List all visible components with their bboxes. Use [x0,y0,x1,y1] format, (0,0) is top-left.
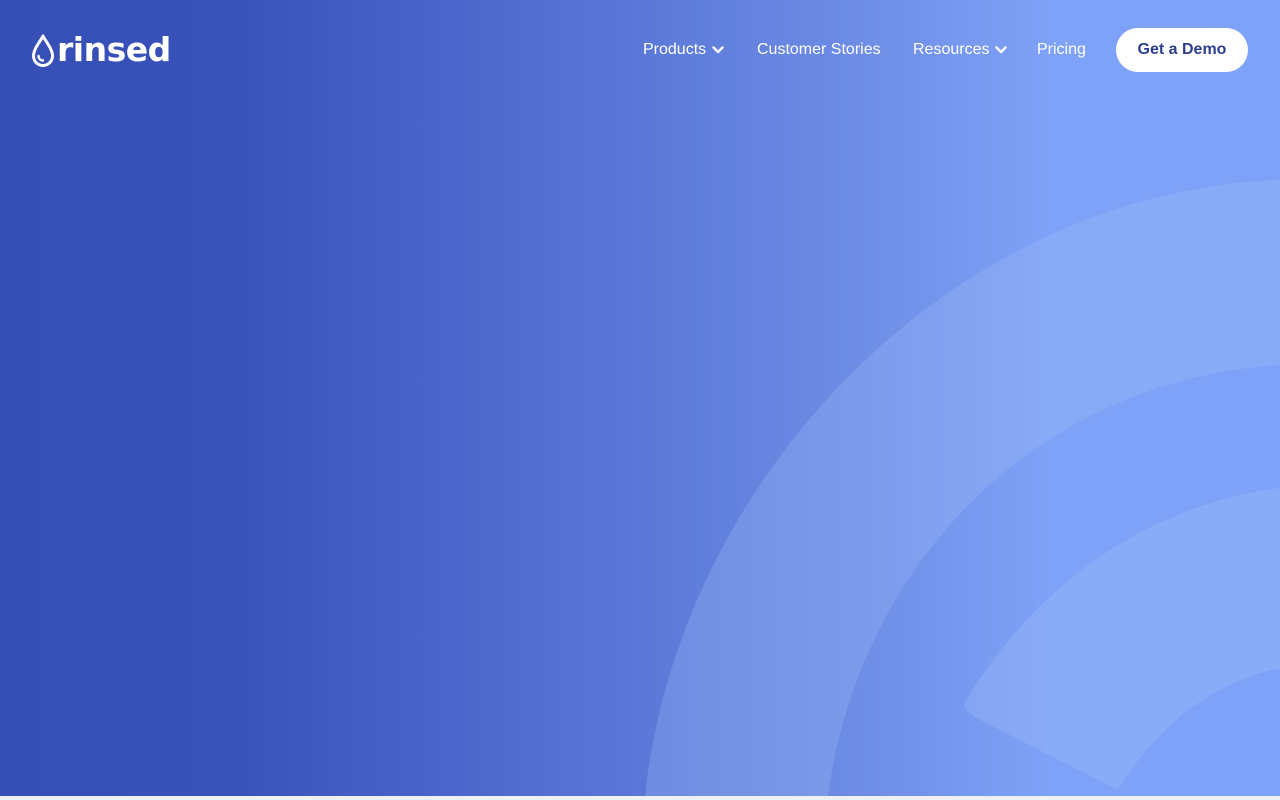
hero-section: rinsed Products Customer Stories Resourc… [0,0,1280,796]
nav-item-customer-stories[interactable]: Customer Stories [757,38,881,62]
nav-item-resources-label: Resources [913,41,990,58]
nav-item-products[interactable]: Products [643,38,724,62]
chevron-down-icon [995,46,1008,54]
get-a-demo-button[interactable]: Get a Demo [1116,28,1248,72]
hero-decorative-rings [645,180,1280,796]
nav-item-customer-stories-label: Customer Stories [757,41,881,58]
chevron-down-icon [712,46,724,54]
nav-item-resources[interactable]: Resources [913,38,1008,62]
water-drop-icon [32,34,54,67]
hero-ring-inner [963,488,1280,790]
brand-name: rinsed [57,30,171,69]
nav-item-products-label: Products [643,41,707,58]
nav-item-pricing-label: Pricing [1037,41,1086,58]
nav-item-pricing[interactable]: Pricing [1037,38,1086,62]
top-navigation-bar: rinsed Products Customer Stories Resourc… [0,0,1280,100]
rinsed-logo-link[interactable]: rinsed [31,30,171,70]
